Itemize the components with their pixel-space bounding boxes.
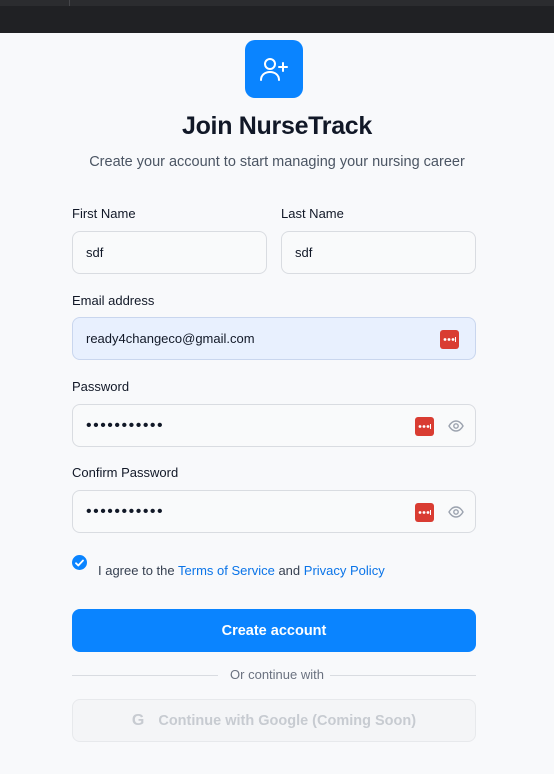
create-account-button[interactable]: Create account xyxy=(72,609,476,652)
google-signin-button[interactable]: G Continue with Google (Coming Soon) xyxy=(72,699,476,742)
agree-and: and xyxy=(278,563,301,578)
page-subtitle: Create your account to start managing yo… xyxy=(89,154,465,170)
browser-tab-divider xyxy=(69,0,70,6)
password-label: Password xyxy=(72,379,130,394)
last-name-value: sdf xyxy=(295,245,313,260)
user-plus-icon xyxy=(245,40,303,98)
email-field[interactable]: ready4changeco@gmail.com xyxy=(72,317,476,360)
agree-prefix: I agree to the xyxy=(98,563,175,578)
page-title: Join NurseTrack xyxy=(181,112,373,140)
password-manager-icon[interactable] xyxy=(415,417,434,436)
last-name-field[interactable]: sdf xyxy=(281,231,476,274)
email-label: Email address xyxy=(72,293,155,308)
browser-top-bar xyxy=(0,0,554,33)
privacy-policy-link[interactable]: Privacy Policy xyxy=(304,563,385,578)
google-signin-label: Continue with Google (Coming Soon) xyxy=(158,712,417,729)
terms-of-service-link[interactable]: Terms of Service xyxy=(178,563,275,578)
password-manager-icon[interactable] xyxy=(415,503,434,522)
first-name-value: sdf xyxy=(86,245,104,260)
last-name-label: Last Name xyxy=(281,206,344,221)
email-value: ready4changeco@gmail.com xyxy=(86,331,255,346)
divider-line-right xyxy=(330,675,476,676)
password-manager-icon[interactable] xyxy=(440,330,459,349)
browser-tab-strip xyxy=(0,0,554,6)
terms-agreement: I agree to the Terms of Service and Priv… xyxy=(98,563,385,578)
check-icon xyxy=(75,559,84,566)
terms-checkbox[interactable] xyxy=(72,555,87,570)
password-field[interactable]: ••••••••••• xyxy=(72,404,476,447)
confirm-password-label: Confirm Password xyxy=(72,465,179,480)
confirm-password-field[interactable]: ••••••••••• xyxy=(72,490,476,533)
eye-icon[interactable] xyxy=(448,505,464,519)
eye-icon[interactable] xyxy=(448,419,464,433)
first-name-label: First Name xyxy=(72,206,136,221)
first-name-field[interactable]: sdf xyxy=(72,231,267,274)
google-icon: G xyxy=(131,711,145,729)
